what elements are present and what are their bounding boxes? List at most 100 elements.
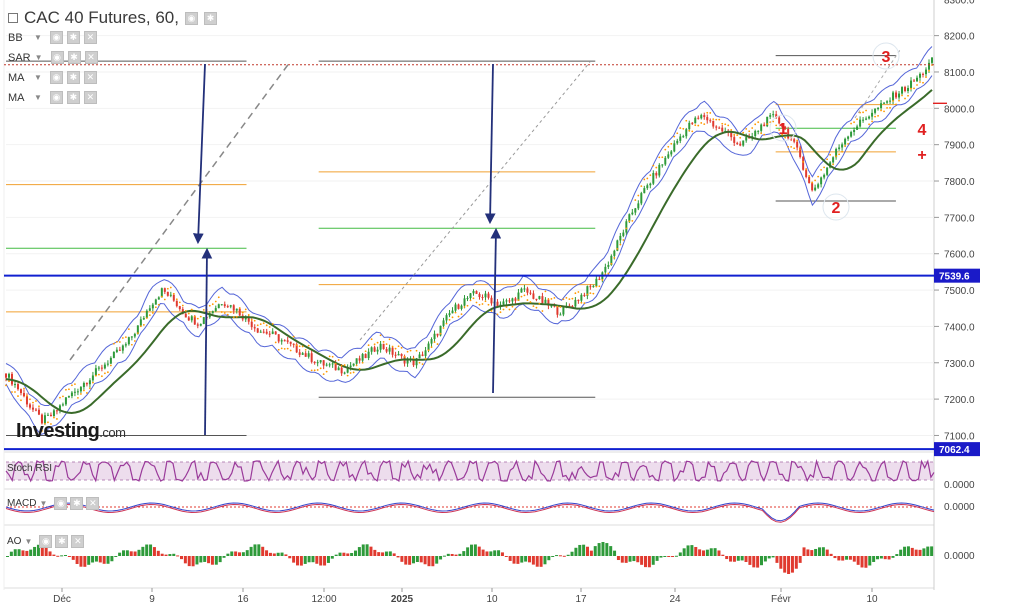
sar-dot: [553, 296, 556, 299]
settings-icon[interactable]: ✱: [203, 11, 217, 25]
chevron-down-icon[interactable]: ▼: [34, 33, 42, 42]
candle-body: [250, 321, 253, 328]
close-icon[interactable]: ✕: [71, 535, 85, 548]
sar-dot: [829, 153, 832, 156]
chevron-down-icon[interactable]: ▼: [39, 499, 47, 508]
sar-dot: [145, 317, 148, 319]
ao-bar: [102, 556, 106, 564]
candle-body: [475, 291, 478, 294]
sar-dot: [172, 292, 175, 295]
chevron-down-icon[interactable]: ▼: [24, 537, 32, 546]
sar-dot: [847, 142, 849, 145]
sar-dot: [331, 355, 334, 358]
sar-dot: [754, 123, 757, 126]
sar-dot: [208, 304, 211, 307]
ao-bar: [497, 550, 501, 556]
ao-bar: [632, 556, 636, 562]
candle-body: [274, 331, 277, 335]
candle-body: [220, 304, 223, 306]
collapse-icon[interactable]: [8, 13, 18, 23]
visibility-icon[interactable]: ◉: [39, 535, 53, 548]
annotation-label: 1: [779, 121, 788, 138]
sar-dot: [469, 299, 472, 302]
candle-body: [904, 87, 907, 92]
macd-label[interactable]: MACD ▼ ◉ ✱ ✕: [7, 497, 100, 510]
candle-body: [37, 409, 40, 415]
close-icon[interactable]: ✕: [83, 31, 97, 44]
visibility-icon[interactable]: ◉: [49, 31, 63, 44]
indicator-row-ma1[interactable]: MA ▼ ◉ ✱ ✕: [8, 71, 97, 84]
settings-icon[interactable]: ✱: [70, 497, 84, 510]
candle-body: [352, 363, 355, 366]
ao-bar: [814, 548, 818, 556]
settings-icon[interactable]: ✱: [67, 51, 81, 64]
visibility-icon[interactable]: ◉: [50, 51, 64, 64]
candle-body: [697, 117, 700, 119]
ao-bar: [106, 556, 110, 564]
ao-bar: [868, 556, 872, 566]
sar-dot: [232, 316, 235, 319]
sar-dot: [871, 120, 873, 123]
candle-body: [397, 354, 400, 356]
candle-body: [649, 183, 652, 186]
sar-dot: [790, 145, 793, 148]
settings-icon[interactable]: ✱: [55, 535, 69, 548]
indicator-row-ma2[interactable]: MA ▼ ◉ ✱ ✕: [8, 91, 97, 104]
sar-dot: [421, 363, 424, 366]
indicator-row-bb[interactable]: BB ▼ ◉ ✱ ✕: [8, 31, 97, 44]
sar-dot: [328, 355, 331, 358]
sar-dot: [568, 298, 571, 301]
sar-dot: [490, 310, 493, 312]
sar-dot: [562, 298, 565, 301]
candle-body: [667, 154, 670, 158]
sar-dot: [26, 394, 28, 397]
candle-body: [424, 350, 427, 356]
candle-body: [907, 88, 910, 92]
macd-line: [5, 502, 935, 522]
ao-bar: [821, 547, 825, 556]
visibility-icon[interactable]: ◉: [54, 497, 68, 510]
sar-dot: [373, 343, 376, 346]
sar-dot: [793, 147, 796, 150]
visibility-icon[interactable]: ◉: [184, 11, 198, 25]
sar-dot: [715, 118, 718, 121]
visibility-icon[interactable]: ◉: [49, 91, 63, 104]
ao-bar: [628, 556, 632, 562]
ao-bar: [160, 553, 164, 556]
visibility-icon[interactable]: ◉: [49, 71, 63, 84]
candle-body: [805, 169, 808, 177]
chevron-down-icon[interactable]: ▼: [34, 73, 42, 82]
close-icon[interactable]: ✕: [86, 497, 100, 510]
close-icon[interactable]: ✕: [84, 51, 98, 64]
settings-icon[interactable]: ✱: [66, 71, 80, 84]
candle-body: [199, 324, 202, 326]
sar-dot: [586, 293, 589, 296]
sar-dot: [805, 168, 808, 171]
candle-body: [700, 115, 703, 119]
ao-bar: [152, 547, 156, 556]
ao-label-text: AO: [7, 536, 22, 547]
candle-body: [640, 193, 643, 204]
sar-dot: [310, 369, 313, 372]
settings-icon[interactable]: ✱: [66, 31, 80, 44]
candle-body: [691, 122, 694, 124]
settings-icon[interactable]: ✱: [66, 91, 80, 104]
candle-body: [76, 391, 79, 393]
close-icon[interactable]: ✕: [83, 91, 97, 104]
ao-bar: [292, 556, 296, 563]
candle-body: [508, 300, 511, 302]
chevron-down-icon[interactable]: ▼: [34, 93, 42, 102]
ao-bar: [752, 556, 756, 568]
ao-bar: [891, 556, 895, 558]
close-icon[interactable]: ✕: [83, 71, 97, 84]
candle-body: [94, 368, 97, 376]
ao-bar: [771, 556, 775, 558]
stoch-rsi-label[interactable]: Stoch RSI: [7, 463, 52, 474]
sar-dot: [598, 285, 601, 288]
chevron-down-icon[interactable]: ▼: [35, 53, 43, 62]
ao-label[interactable]: AO ▼ ◉ ✱ ✕: [7, 535, 85, 548]
indicator-row-sar[interactable]: SAR ▼ ◉ ✱ ✕: [8, 51, 98, 64]
sar-dot: [481, 303, 484, 305]
ao-bar: [346, 553, 350, 556]
candle-body: [880, 103, 883, 109]
